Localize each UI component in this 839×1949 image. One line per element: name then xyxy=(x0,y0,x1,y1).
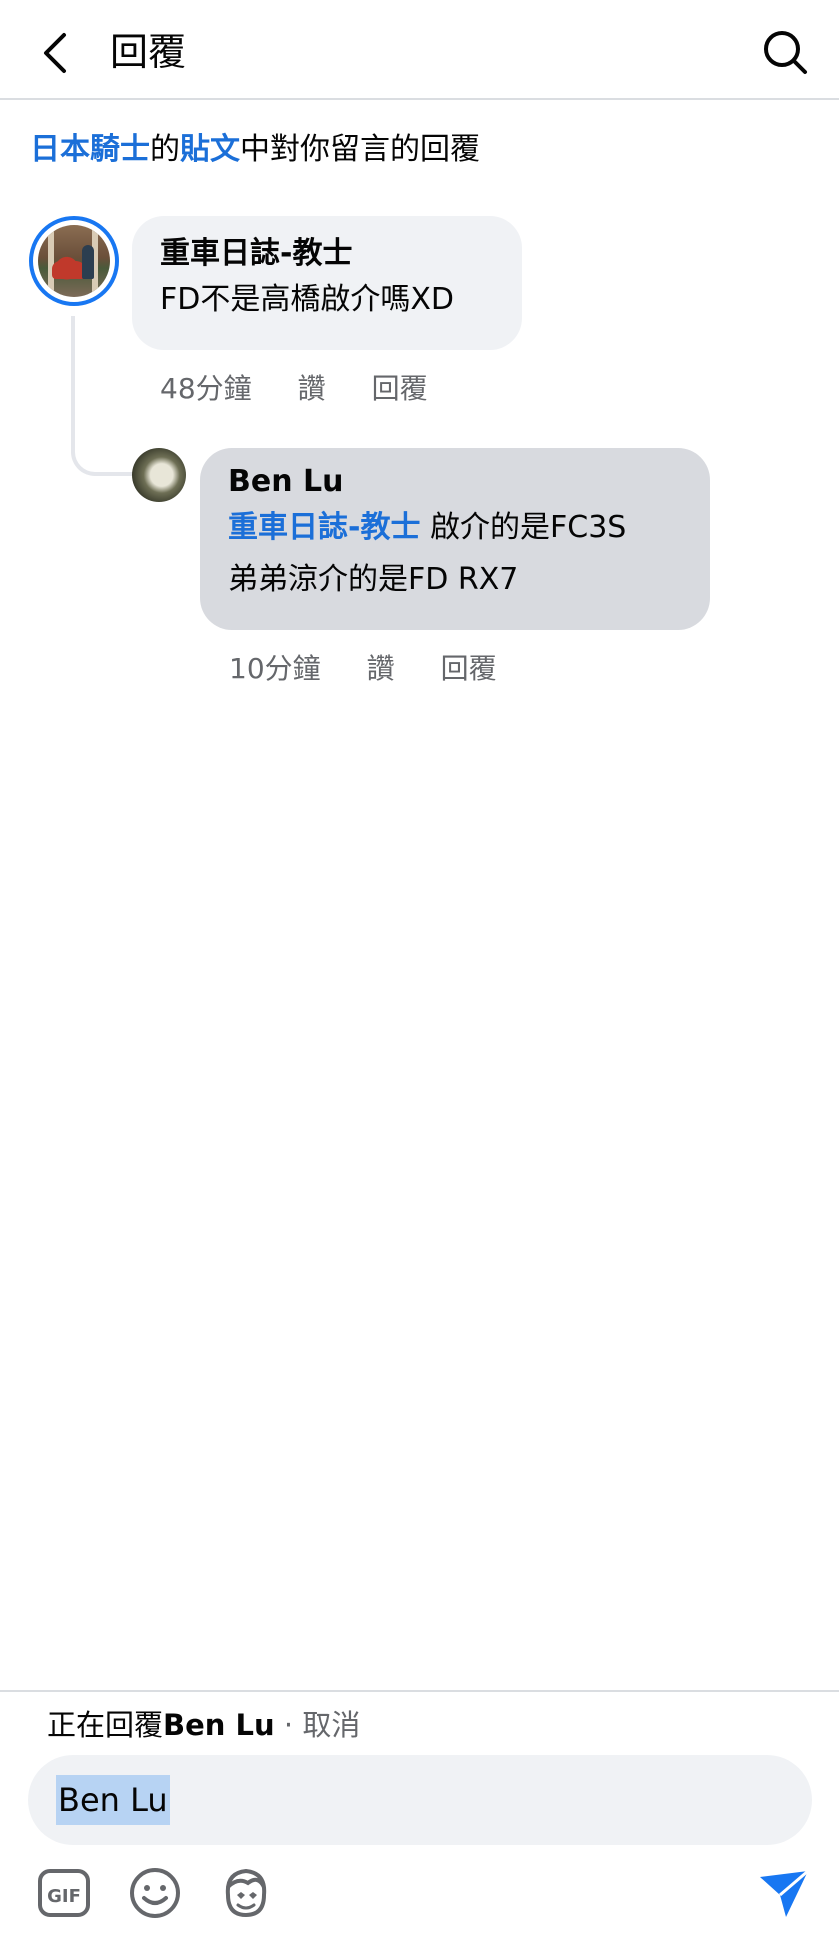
divider xyxy=(0,1690,839,1692)
reply-button[interactable]: 回覆 xyxy=(372,370,428,408)
post-link[interactable]: 貼文 xyxy=(180,132,240,167)
search-button[interactable] xyxy=(759,26,811,78)
mention-link[interactable]: 重車日誌-教士 xyxy=(228,510,420,545)
reply-text-part: 啟介的是FC3S xyxy=(420,510,627,545)
reply-actions: 10分鐘 讚 回覆 xyxy=(229,650,543,688)
back-button[interactable] xyxy=(30,28,80,78)
comment-input[interactable]: Ben Lu xyxy=(28,1755,812,1845)
top-bar: 回覆 xyxy=(0,0,839,100)
commenter-avatar[interactable] xyxy=(29,216,119,306)
comment-bubble[interactable]: 重車日誌-教士 FD不是高橋啟介嗎XD xyxy=(132,216,522,350)
reply-time: 10分鐘 xyxy=(229,652,321,685)
reply-button[interactable]: 回覆 xyxy=(441,650,497,688)
comment-input-value[interactable]: Ben Lu xyxy=(56,1775,170,1825)
separator: · xyxy=(274,1708,303,1742)
reply-text-line1: 重車日誌-教士 啟介的是FC3S xyxy=(228,502,682,554)
comment-author[interactable]: 重車日誌-教士 xyxy=(160,234,494,274)
context-suffix: 中對你留言的回覆 xyxy=(240,132,480,167)
avatar-sticker-button[interactable] xyxy=(218,1865,274,1921)
reply-author-avatar[interactable] xyxy=(132,448,186,502)
reply-context: 日本騎士的貼文中對你留言的回覆 xyxy=(30,130,480,170)
like-button[interactable]: 讚 xyxy=(298,370,326,408)
gif-icon: GIF xyxy=(38,1869,90,1917)
thread-connector xyxy=(71,316,137,476)
replying-name: Ben Lu xyxy=(163,1708,275,1742)
gif-button[interactable]: GIF xyxy=(36,1865,92,1921)
send-button[interactable] xyxy=(756,1865,812,1921)
send-icon xyxy=(760,1869,809,1917)
replying-prefix: 正在回覆 xyxy=(47,1708,164,1742)
comment-actions: 48分鐘 讚 回覆 xyxy=(160,370,474,408)
cancel-reply-button[interactable]: 取消 xyxy=(302,1708,360,1742)
emoji-icon xyxy=(130,1868,180,1918)
like-button[interactable]: 讚 xyxy=(367,650,395,688)
page-title: 回覆 xyxy=(110,30,187,74)
comment-time: 48分鐘 xyxy=(160,372,252,405)
reply-text-line2: 弟弟涼介的是FD RX7 xyxy=(228,562,519,597)
replying-status: 正在回覆Ben Lu · 取消 xyxy=(47,1705,360,1745)
svg-text:GIF: GIF xyxy=(47,1886,81,1907)
search-icon xyxy=(764,31,807,74)
avatar-sticker-icon xyxy=(225,1868,267,1918)
reply-bubble[interactable]: Ben Lu 重車日誌-教士 啟介的是FC3S 弟弟涼介的是FD RX7 xyxy=(200,448,710,630)
emoji-button[interactable] xyxy=(127,1865,183,1921)
reply-author[interactable]: Ben Lu xyxy=(228,462,682,502)
page-link[interactable]: 日本騎士 xyxy=(30,132,150,167)
avatar-photo xyxy=(38,225,110,297)
comment-text: FD不是高橋啟介嗎XD xyxy=(160,282,455,317)
context-connector: 的 xyxy=(150,132,180,167)
chevron-left-icon xyxy=(44,33,66,73)
